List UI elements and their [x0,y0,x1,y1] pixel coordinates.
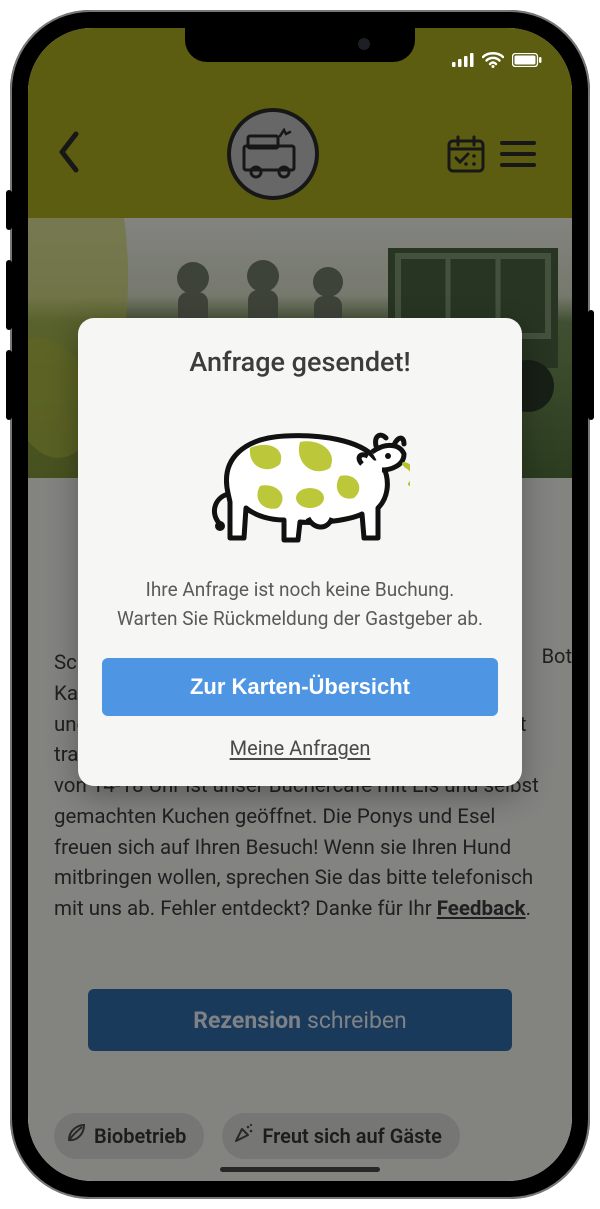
power-button [588,310,594,420]
home-indicator[interactable] [220,1167,380,1172]
volume-down [6,350,12,420]
wifi-icon [482,52,504,68]
modal-title: Anfrage gesendet! [102,346,498,378]
modal-body: Ihre Anfrage ist noch keine Buchung. War… [102,575,498,634]
cow-illustration [102,394,498,575]
screen: Schule am Dorfrand von Wolfsdorf, noch h… [28,28,572,1181]
battery-icon [512,53,542,67]
notch [185,28,415,62]
cellular-icon [452,53,474,67]
phone-frame: Schule am Dorfrand von Wolfsdorf, noch h… [10,10,590,1199]
request-sent-modal: Anfrage gesendet! [78,318,522,786]
my-requests-link[interactable]: Meine Anfragen [230,736,371,760]
volume-up [6,260,12,330]
to-map-overview-button[interactable]: Zur Karten-Übersicht [102,658,498,716]
mute-switch [6,190,12,230]
